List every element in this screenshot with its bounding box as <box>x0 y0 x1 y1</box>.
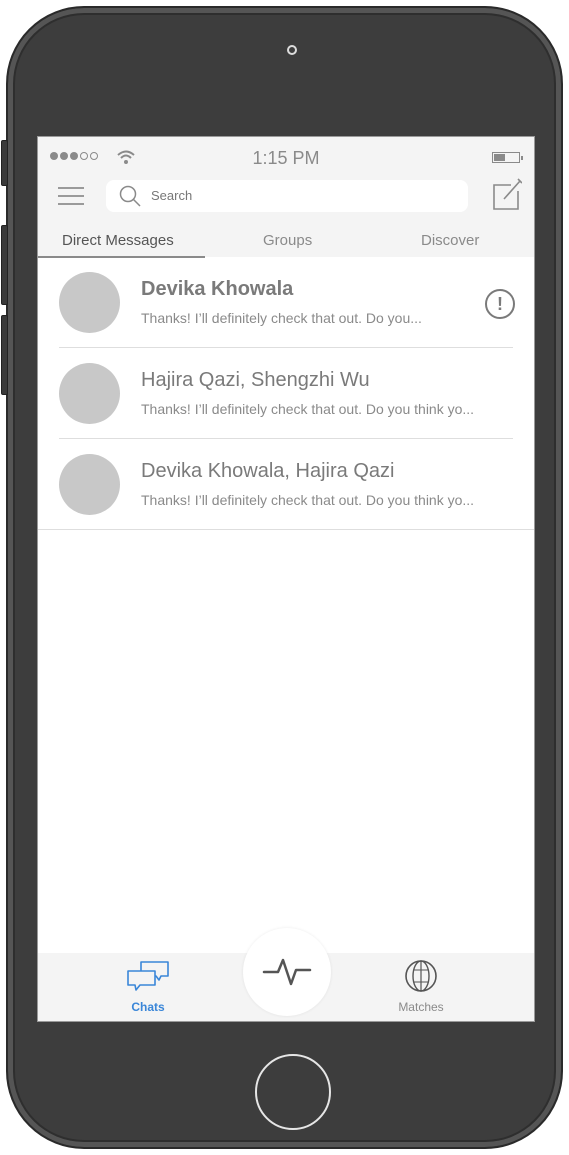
mute-switch <box>1 140 8 186</box>
conversation-row[interactable]: Devika Khowala Thanks! I’ll definitely c… <box>38 257 534 348</box>
globe-icon <box>405 960 437 992</box>
top-bar: 1:15 PM Search Direct Messages Groups Di… <box>38 137 534 258</box>
volume-up-button <box>1 225 8 305</box>
search-icon <box>119 185 141 207</box>
conversation-name: Devika Khowala <box>141 278 294 300</box>
nav-matches[interactable]: Matches <box>381 959 461 1014</box>
avatar <box>59 454 120 515</box>
conversation-row[interactable]: Hajira Qazi, Shengzhi Wu Thanks! I’ll de… <box>38 348 534 439</box>
chat-bubbles-icon <box>127 961 169 991</box>
conversation-name: Hajira Qazi, Shengzhi Wu <box>141 369 370 391</box>
status-time: 1:15 PM <box>252 148 320 168</box>
tab-bar: Direct Messages Groups Discover <box>38 225 534 257</box>
conversation-name: Devika Khowala, Hajira Qazi <box>141 460 395 482</box>
home-button[interactable] <box>255 1054 331 1130</box>
nav-chats[interactable]: Chats <box>108 959 188 1014</box>
search-placeholder: Search <box>151 188 193 203</box>
conversation-preview: Thanks! I’ll definitely check that out. … <box>141 310 422 326</box>
front-camera <box>287 45 297 55</box>
avatar <box>59 272 120 333</box>
tab-discover[interactable]: Discover <box>421 232 479 249</box>
app-screen: 1:15 PM Search Direct Messages Groups Di… <box>37 136 535 1022</box>
pulse-icon <box>262 958 312 986</box>
center-activity-button[interactable] <box>243 928 331 1016</box>
status-bar: 1:15 PM <box>38 147 534 168</box>
search-input[interactable]: Search <box>106 180 468 212</box>
divider <box>38 529 534 530</box>
tab-direct-messages[interactable]: Direct Messages <box>62 232 174 249</box>
conversation-row[interactable]: Devika Khowala, Hajira Qazi Thanks! I’ll… <box>38 439 534 530</box>
nav-matches-label: Matches <box>398 1000 444 1014</box>
hamburger-menu-icon[interactable] <box>58 187 84 205</box>
battery-icon <box>492 152 523 163</box>
tab-groups[interactable]: Groups <box>263 232 312 249</box>
bottom-nav: Chats Matches <box>38 928 534 1021</box>
nav-chats-label: Chats <box>131 1000 165 1014</box>
conversation-preview: Thanks! I’ll definitely check that out. … <box>141 401 475 417</box>
exclamation-circle-icon: ! <box>485 289 515 319</box>
conversation-preview: Thanks! I’ll definitely check that out. … <box>141 492 475 508</box>
conversation-list: Devika Khowala Thanks! I’ll definitely c… <box>38 257 534 530</box>
avatar <box>59 363 120 424</box>
volume-down-button <box>1 315 8 395</box>
compose-icon[interactable] <box>492 177 522 211</box>
